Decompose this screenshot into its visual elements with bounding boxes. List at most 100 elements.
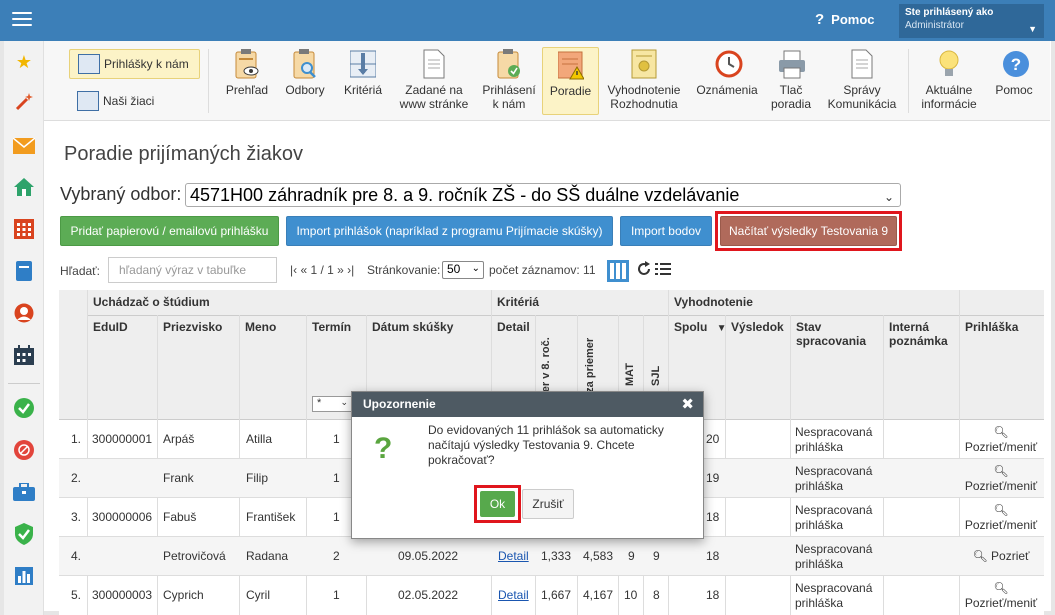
person-icon[interactable] <box>13 302 35 324</box>
toolbar-label: Oznámenia <box>696 83 758 97</box>
cancel-button[interactable]: Zrušiť <box>522 489 574 519</box>
view-edit-label: Pozrieť/meniť <box>964 518 1038 532</box>
check-circle-icon[interactable] <box>13 397 35 419</box>
toolbar-label: Poradie <box>549 84 592 98</box>
notebook-icon[interactable] <box>13 260 35 282</box>
col-name[interactable]: Meno <box>245 320 276 334</box>
user-menu[interactable]: Ste prihlásený ako Administrátor ▼ <box>899 4 1044 38</box>
pagesize-select[interactable]: 50 ⌄ <box>442 261 484 279</box>
view-edit-application[interactable]: 🔍︎ Pozrieť/meniť <box>961 581 1041 611</box>
toolbar-label: k nám <box>492 97 526 111</box>
toolbar-label: poradia <box>770 97 812 111</box>
import-applications-button[interactable]: Import prihlášok (napríklad z programu P… <box>286 216 613 246</box>
toolbar-vyhodnotenie[interactable]: Vyhodnotenie Rozhodnutia <box>604 47 684 115</box>
sidebar-separator <box>8 383 40 384</box>
search-icon: 🔍︎ <box>993 581 1009 595</box>
toolbar-spravy[interactable]: Správy Komunikácia <box>824 47 900 115</box>
toolbar-label: Tlač <box>779 83 803 97</box>
toolbar-prihlasky-k-nam[interactable]: Prihlášky k nám <box>69 49 200 79</box>
toolbar-oznamenia[interactable]: Oznámenia <box>692 47 762 115</box>
view-application[interactable]: 🔍︎ Pozrieť <box>961 549 1041 564</box>
term-filter-value: * <box>317 397 322 409</box>
term-filter[interactable]: * ⌄ <box>312 396 352 412</box>
toolbar-poradie[interactable]: Poradie <box>542 47 599 115</box>
envelope-icon[interactable] <box>13 135 35 157</box>
col-sjl[interactable]: SJL <box>650 366 662 386</box>
search-icon: 🔍︎ <box>993 425 1009 439</box>
close-icon[interactable]: ✖ <box>681 395 694 413</box>
view-edit-application[interactable]: 🔍︎ Pozrieť/meniť <box>961 464 1041 494</box>
col-surname[interactable]: Priezvisko <box>163 320 222 334</box>
home-icon[interactable] <box>13 176 35 198</box>
detail-link[interactable]: Detail <box>498 549 529 563</box>
cell-avg-8: 1,333 <box>541 549 572 563</box>
col-eduid[interactable]: EduID <box>93 320 128 334</box>
briefcase-icon[interactable] <box>13 481 35 503</box>
cell-sjl: 9 <box>653 549 660 563</box>
toolbar-label: informácie <box>921 97 977 111</box>
toolbar-nasi-ziaci[interactable]: Naši žiaci <box>69 87 200 115</box>
magic-wand-icon[interactable] <box>13 91 35 113</box>
hamburger-menu-icon[interactable] <box>12 12 32 28</box>
cell-eduid: 300000003 <box>92 588 153 602</box>
add-paper-application-button[interactable]: Pridať papierovú / emailovú prihlášku <box>60 216 279 246</box>
toolbar-odbory[interactable]: Odbory <box>280 47 330 115</box>
row-number: 1. <box>71 432 82 446</box>
cell-state: Nespracovaná prihláška <box>795 581 873 610</box>
calendar-grid-icon[interactable] <box>13 218 35 240</box>
calendar-icon[interactable] <box>13 344 35 366</box>
header-divider <box>87 315 1044 316</box>
help-link[interactable]: ? Pomoc <box>815 11 875 28</box>
toolbar-kriteria[interactable]: Kritériá <box>338 47 388 115</box>
toolbar-pomoc[interactable]: ? Pomoc <box>990 47 1038 115</box>
document-icon <box>421 49 447 79</box>
toolbar-zadane-na-www[interactable]: Zadané na www stránke <box>398 47 470 115</box>
pager[interactable]: |‹ « 1 / 1 » ›| <box>290 263 354 277</box>
view-edit-label: Pozrieť/meniť <box>964 479 1038 493</box>
star-icon[interactable]: ★ <box>13 51 35 73</box>
cell-exam-date: 09.05.2022 <box>398 549 459 563</box>
toolbar-prehlad[interactable]: Prehľad <box>220 47 274 115</box>
odbor-select[interactable]: 4571H00 záhradník pre 8. a 9. ročník ZŠ … <box>185 183 901 207</box>
shield-check-icon[interactable] <box>13 523 35 545</box>
col-application: Prihláška <box>965 320 1019 334</box>
list-icon[interactable] <box>655 262 675 282</box>
cell-exam-date: 02.05.2022 <box>398 588 459 602</box>
refresh-icon[interactable] <box>636 261 656 281</box>
cell-mat: 10 <box>624 588 638 602</box>
import-points-button[interactable]: Import bodov <box>620 216 712 246</box>
columns-icon[interactable] <box>607 260 629 282</box>
search-icon: 🔍︎ <box>972 549 988 563</box>
col-mat[interactable]: MAT <box>624 363 636 386</box>
bar-chart-icon[interactable] <box>13 565 35 587</box>
detail-link[interactable]: Detail <box>498 588 529 602</box>
pagesize-label: Stránkovanie: <box>367 263 441 277</box>
question-icon: ? <box>374 432 393 465</box>
cell-name: Cyril <box>246 588 270 602</box>
toolbar-divider <box>208 49 209 113</box>
row-number: 2. <box>71 471 82 485</box>
cell-surname: Frank <box>163 471 194 485</box>
col-note[interactable]: Interná poznámka <box>889 320 959 348</box>
no-symbol-icon[interactable] <box>13 439 35 461</box>
cell-total: 18 <box>706 588 720 602</box>
toolbar-aktualne-informacie[interactable]: Aktuálne informácie <box>916 47 982 115</box>
cell-state: Nespracovaná prihláška <box>795 503 873 532</box>
col-detail: Detail <box>497 320 530 334</box>
dialog-header: Upozornenie ✖ <box>352 392 703 417</box>
col-term[interactable]: Termín <box>312 320 351 334</box>
view-edit-application[interactable]: 🔍︎ Pozrieť/meniť <box>961 503 1041 533</box>
chevron-down-icon: ▼ <box>1028 24 1037 34</box>
col-total[interactable]: Spolu ▼ <box>674 320 727 334</box>
toolbar-prihlaseni[interactable]: Prihlásení k nám <box>480 47 538 115</box>
cell-name: Filip <box>246 471 269 485</box>
cell-state: Nespracovaná prihláška <box>795 425 873 454</box>
search-input[interactable]: hľadaný výraz v tabuľke <box>108 257 277 283</box>
odbor-label: Vybraný odbor: <box>60 184 182 204</box>
view-edit-application[interactable]: 🔍︎ Pozrieť/meniť <box>961 425 1041 455</box>
col-result[interactable]: Výsledok <box>731 320 784 334</box>
col-exam-date[interactable]: Dátum skúšky <box>372 320 453 334</box>
cell-term: 1 <box>333 471 340 485</box>
toolbar-tlac-poradia[interactable]: Tlač poradia <box>768 47 814 115</box>
col-state[interactable]: Stav spracovania <box>796 320 876 348</box>
